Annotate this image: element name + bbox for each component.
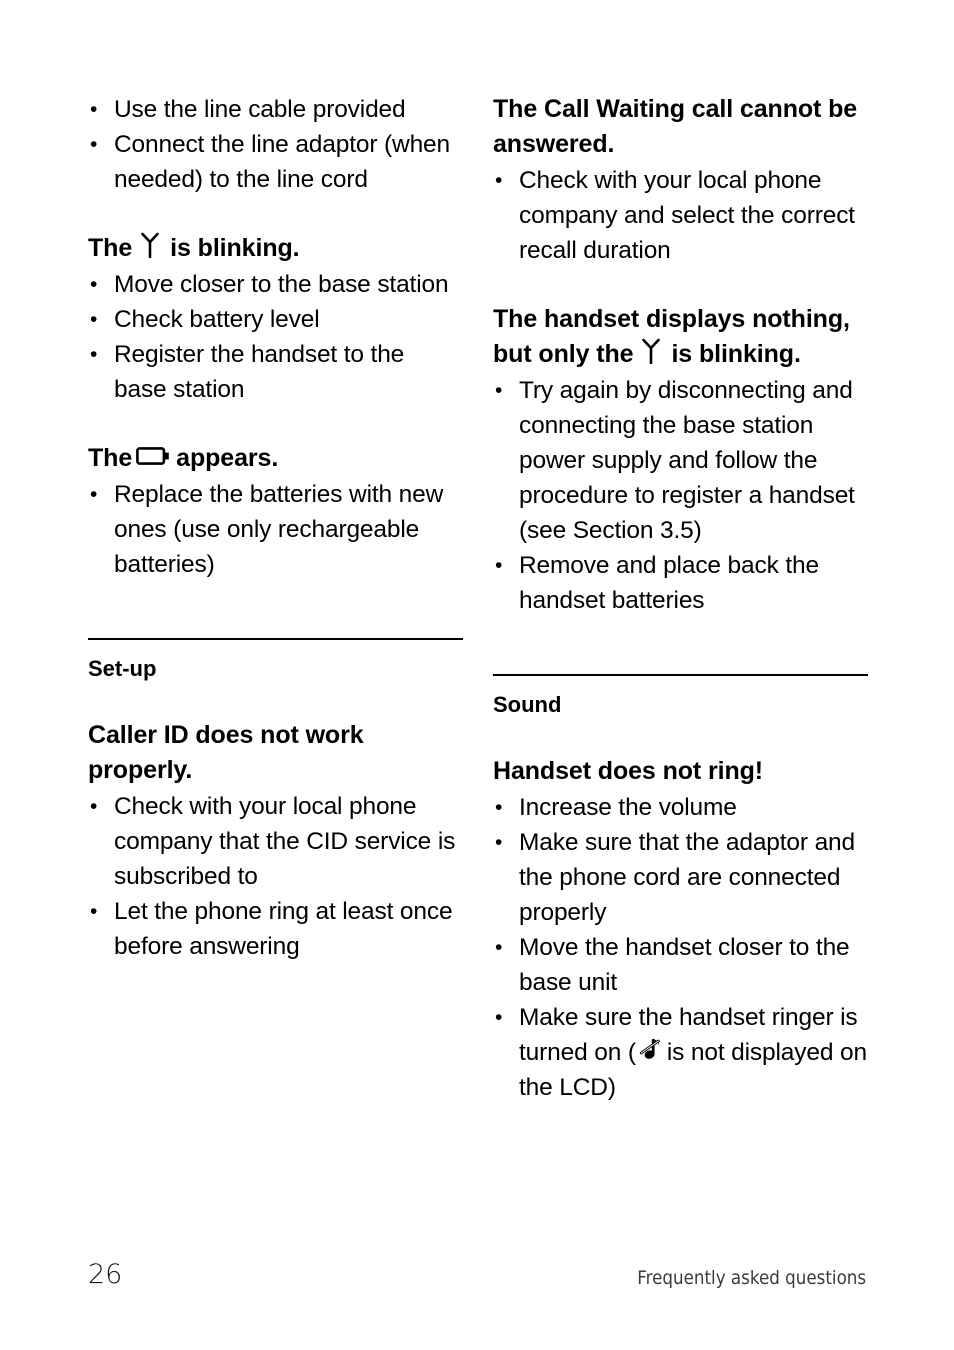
page-number: 26: [88, 1259, 123, 1290]
list-item: Replace the batteries with new ones (use…: [88, 477, 463, 582]
top-bullet-list: Use the line cable provided Connect the …: [88, 92, 463, 197]
list-item: Increase the volume: [493, 790, 868, 825]
heading-text-after: is blinking.: [671, 340, 801, 368]
list-item: Let the phone ring at least once before …: [88, 894, 463, 964]
list-item: Use the line cable provided: [88, 92, 463, 127]
heading-text-before: The: [88, 444, 133, 472]
section-title-setup: Set-up: [88, 656, 157, 681]
heading-handset-no-ring: Handset does not ring!: [493, 757, 764, 785]
antenna-icon: [640, 338, 662, 364]
right-column: The Call Waiting call cannot be answered…: [493, 92, 868, 1105]
horizontal-rule: [88, 638, 463, 640]
heading-text-after: is blinking.: [170, 234, 300, 262]
horizontal-rule: [493, 674, 868, 676]
left-column: Use the line cable provided Connect the …: [88, 92, 463, 964]
manual-page: Use the line cable provided Connect the …: [0, 0, 954, 1350]
antenna-bullet-list: Move closer to the base station Check ba…: [88, 267, 463, 407]
list-item: Try again by disconnecting and connectin…: [493, 373, 868, 548]
list-item: Check with your local phone company and …: [493, 163, 868, 268]
list-item: Make sure that the adaptor and the phone…: [493, 825, 868, 930]
heading-antenna-blinking: The is blinking.: [88, 231, 463, 266]
list-item: Move closer to the base station: [88, 267, 463, 302]
section-divider-setup: [88, 638, 463, 654]
list-item-ringer: Make sure the handset ringer is turned o…: [493, 1000, 868, 1105]
list-item: Remove and place back the handset batter…: [493, 548, 868, 618]
ringer-off-icon: [638, 1037, 662, 1063]
battery-empty-icon: [136, 446, 170, 466]
list-item: Move the handset closer to the base unit: [493, 930, 868, 1000]
call-waiting-bullet-list: Check with your local phone company and …: [493, 163, 868, 268]
heading-text-before: The: [88, 234, 133, 262]
heading-caller-id: Caller ID does not work properly.: [88, 721, 364, 784]
sound-bullet-list: Increase the volume Make sure that the a…: [493, 790, 868, 1105]
heading-battery-appears: The appears.: [88, 441, 463, 476]
setup-bullet-list: Check with your local phone company that…: [88, 789, 463, 964]
list-item: Register the handset to the base station: [88, 337, 463, 407]
section-divider-sound: [493, 674, 868, 690]
list-item: Check battery level: [88, 302, 463, 337]
heading-handset-display: The handset displays nothing, but only t…: [493, 302, 868, 372]
handset-display-bullet-list: Try again by disconnecting and connectin…: [493, 373, 868, 618]
heading-call-waiting: The Call Waiting call cannot be answered…: [493, 95, 858, 158]
section-title-sound: Sound: [493, 692, 562, 717]
list-item: Check with your local phone company that…: [88, 789, 463, 894]
heading-text-after: appears.: [176, 444, 279, 472]
battery-bullet-list: Replace the batteries with new ones (use…: [88, 477, 463, 582]
list-item: Connect the line adaptor (when needed) t…: [88, 127, 463, 197]
page-footer: 26 Frequently asked questions: [0, 1258, 954, 1298]
footer-chapter-label: Frequently asked questions: [637, 1267, 866, 1289]
antenna-icon: [139, 232, 161, 258]
